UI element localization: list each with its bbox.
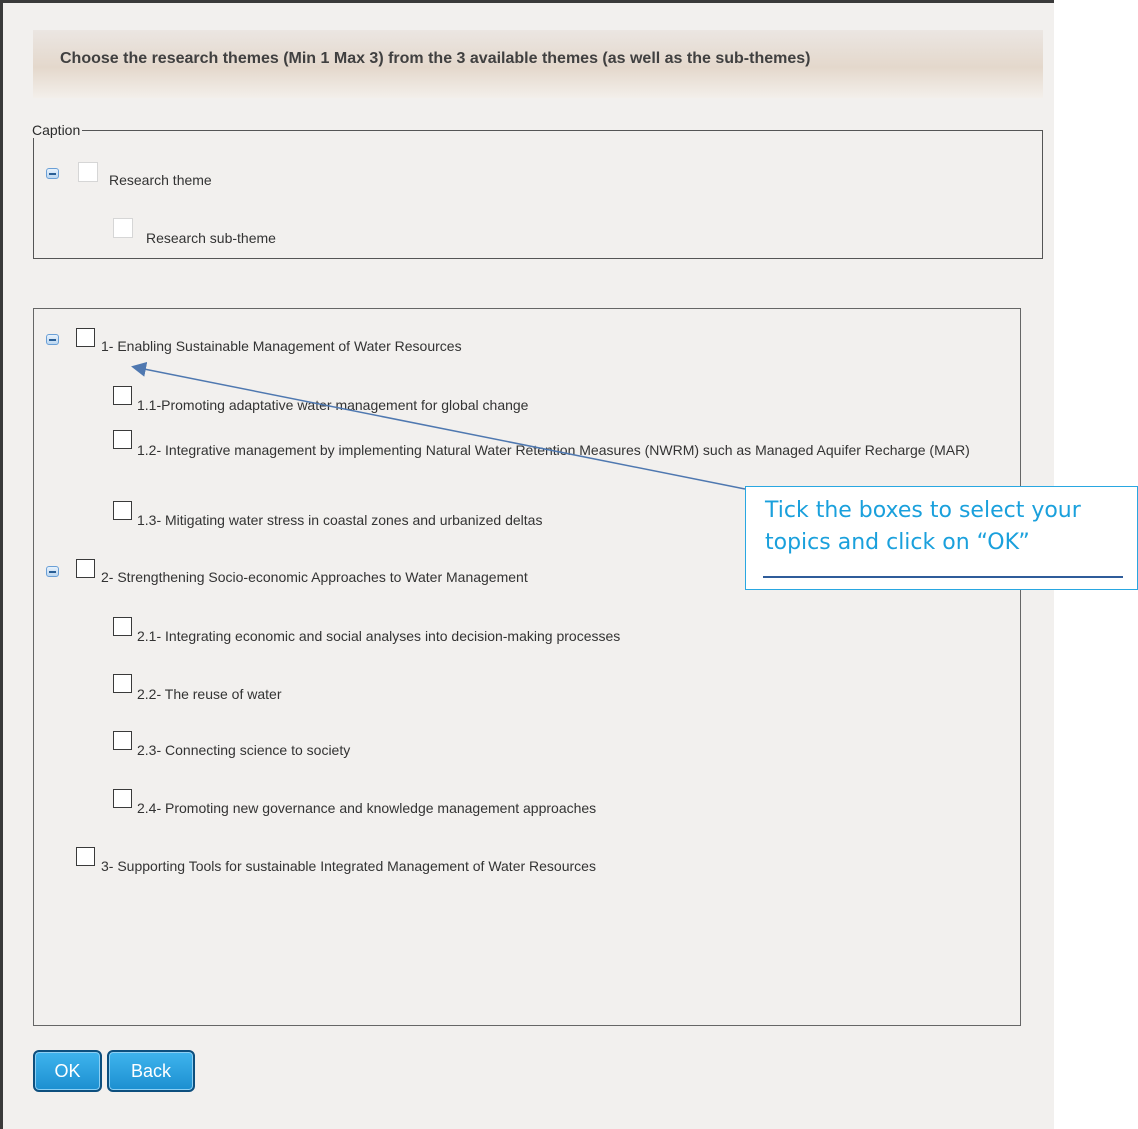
subtheme-2-3-label: 2.3- Connecting science to society bbox=[137, 742, 351, 758]
subtheme-1-3-label: 1.3- Mitigating water stress in coastal … bbox=[137, 512, 543, 528]
subtheme-2-1-label: 2.1- Integrating economic and social ana… bbox=[137, 628, 621, 644]
caption-legend-title: Caption bbox=[32, 122, 81, 138]
instruction-callout: Tick the boxes to select your topics and… bbox=[745, 486, 1138, 590]
subtheme-2-1-checkbox[interactable] bbox=[113, 617, 132, 636]
collapse-icon bbox=[46, 168, 59, 179]
subtheme-2-4-label: 2.4- Promoting new governance and knowle… bbox=[137, 800, 597, 816]
subtheme-2-2-label: 2.2- The reuse of water bbox=[137, 686, 282, 702]
theme-1-collapse-icon[interactable] bbox=[46, 334, 59, 345]
theme-3-label: 3- Supporting Tools for sustainable Inte… bbox=[101, 858, 596, 874]
subtheme-1-2-label: 1.2- Integrative management by implement… bbox=[137, 442, 970, 458]
subtheme-1-3-checkbox[interactable] bbox=[113, 501, 132, 520]
window-border-top bbox=[0, 0, 1054, 3]
window-border-left bbox=[0, 0, 3, 1129]
callout-text: Tick the boxes to select your topics and… bbox=[765, 498, 1081, 555]
caption-subtheme-label: Research sub-theme bbox=[146, 230, 276, 246]
subtheme-2-2-checkbox[interactable] bbox=[113, 674, 132, 693]
instruction-header: Choose the research themes (Min 1 Max 3)… bbox=[33, 30, 1043, 98]
caption-theme-checkbox bbox=[78, 162, 98, 182]
theme-1-checkbox[interactable] bbox=[76, 328, 95, 347]
theme-2-checkbox[interactable] bbox=[76, 559, 95, 578]
theme-2-collapse-icon[interactable] bbox=[46, 566, 59, 577]
themes-tree-panel bbox=[33, 308, 1021, 1026]
subtheme-2-3-checkbox[interactable] bbox=[113, 731, 132, 750]
back-button[interactable]: Back bbox=[107, 1050, 195, 1092]
caption-theme-label: Research theme bbox=[109, 172, 212, 188]
subtheme-2-4-checkbox[interactable] bbox=[113, 789, 132, 808]
callout-underline bbox=[763, 576, 1123, 578]
theme-2-label: 2- Strengthening Socio-economic Approach… bbox=[101, 569, 528, 585]
ok-button[interactable]: OK bbox=[33, 1050, 102, 1092]
theme-3-checkbox[interactable] bbox=[76, 847, 95, 866]
instruction-title: Choose the research themes (Min 1 Max 3)… bbox=[60, 50, 811, 67]
theme-1-label: 1- Enabling Sustainable Management of Wa… bbox=[101, 338, 462, 354]
subtheme-1-1-checkbox[interactable] bbox=[113, 386, 132, 405]
subtheme-1-1-label: 1.1-Promoting adaptative water managemen… bbox=[137, 397, 529, 413]
caption-subtheme-checkbox bbox=[113, 218, 133, 238]
